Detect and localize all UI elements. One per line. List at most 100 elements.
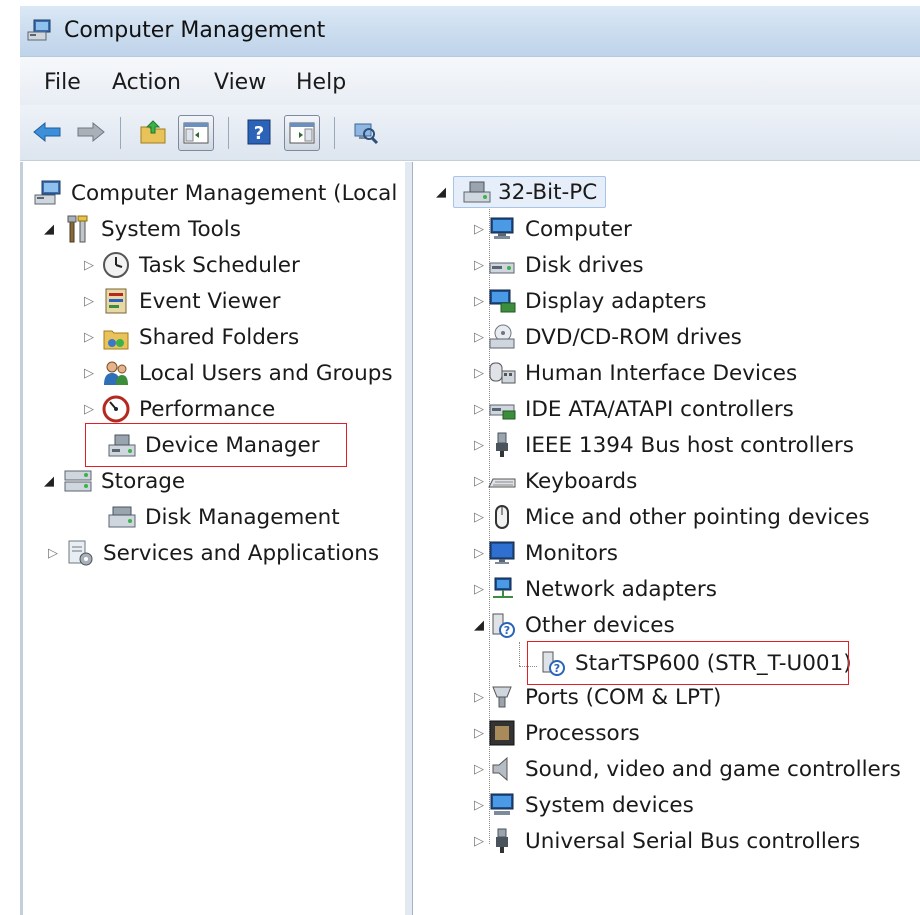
expand-arrow-icon[interactable]: ▷ xyxy=(81,258,97,273)
expand-arrow-icon[interactable]: ▷ xyxy=(471,546,487,561)
expand-arrow-icon[interactable]: ▷ xyxy=(471,402,487,417)
tree-root[interactable]: Computer Management (Local xyxy=(33,176,397,210)
title-bar[interactable]: Computer Management xyxy=(20,6,920,57)
expand-arrow-icon[interactable]: ▷ xyxy=(471,690,487,705)
collapse-arrow-icon[interactable]: ◢ xyxy=(433,185,449,200)
window-title: Computer Management xyxy=(64,18,326,43)
expand-arrow-icon[interactable]: ▷ xyxy=(471,258,487,273)
expand-arrow-icon[interactable]: ▷ xyxy=(471,222,487,237)
device-category-usb[interactable]: ▷ Universal Serial Bus controllers xyxy=(471,824,860,858)
show-hide-console-tree-button[interactable] xyxy=(178,115,214,151)
tree-local-users[interactable]: ▷ Local Users and Groups xyxy=(81,356,393,390)
menu-file[interactable]: File xyxy=(40,68,85,97)
device-category-computer[interactable]: ▷ Computer xyxy=(471,212,632,246)
device-category-sound[interactable]: ▷ Sound, video and game controllers xyxy=(471,752,901,786)
device-category-dvd-cdrom-label: DVD/CD-ROM drives xyxy=(525,324,742,350)
device-category-keyboards[interactable]: ▷ Keyboards xyxy=(471,464,637,498)
expand-arrow-icon[interactable]: ▷ xyxy=(471,762,487,777)
device-category-monitors[interactable]: ▷ Monitors xyxy=(471,536,618,570)
device-category-monitors-label: Monitors xyxy=(525,540,618,566)
collapse-arrow-icon[interactable]: ◢ xyxy=(41,222,57,237)
tree-shared-folders-label: Shared Folders xyxy=(139,324,300,350)
services-icon xyxy=(65,538,95,568)
computer-management-window: Computer Management File Action View Hel… xyxy=(20,6,920,915)
expand-arrow-icon[interactable]: ▷ xyxy=(81,402,97,417)
pane-splitter[interactable] xyxy=(405,162,412,915)
processor-icon xyxy=(487,718,517,748)
expand-arrow-icon[interactable]: ▷ xyxy=(471,294,487,309)
device-category-dvd-cdrom[interactable]: ▷ DVD/CD-ROM drives xyxy=(471,320,742,354)
action-pane-icon xyxy=(289,122,315,144)
device-category-disk-drives[interactable]: ▷ Disk drives xyxy=(471,248,644,282)
clock-icon xyxy=(101,250,131,280)
monitor-icon xyxy=(487,538,517,568)
expand-arrow-icon[interactable]: ▷ xyxy=(471,330,487,345)
device-root-selection[interactable]: 32-Bit-PC xyxy=(453,176,607,208)
show-hide-action-pane-button[interactable] xyxy=(284,115,320,151)
expand-arrow-icon[interactable]: ▷ xyxy=(471,438,487,453)
network-adapter-icon xyxy=(487,574,517,604)
expand-arrow-icon[interactable]: ▷ xyxy=(471,798,487,813)
tree-services[interactable]: ▷ Services and Applications xyxy=(45,536,379,570)
expand-arrow-icon[interactable]: ▷ xyxy=(471,510,487,525)
expand-arrow-icon[interactable]: ▷ xyxy=(471,726,487,741)
disk-drive-icon xyxy=(487,250,517,280)
tree-task-scheduler[interactable]: ▷ Task Scheduler xyxy=(81,248,300,282)
tree-performance[interactable]: ▷ Performance xyxy=(81,392,275,426)
expand-arrow-icon[interactable]: ▷ xyxy=(471,474,487,489)
collapse-arrow-icon[interactable]: ◢ xyxy=(41,474,57,489)
device-root[interactable]: ◢ 32-Bit-PC xyxy=(433,175,607,209)
tree-services-label: Services and Applications xyxy=(103,540,380,566)
menu-bar: File Action View Help xyxy=(20,57,920,105)
computer-management-icon xyxy=(33,178,63,208)
scan-hardware-button[interactable] xyxy=(348,115,382,149)
device-category-ieee1394[interactable]: ▷ IEEE 1394 Bus host controllers xyxy=(471,428,854,462)
tree-local-users-label: Local Users and Groups xyxy=(139,360,393,386)
expand-arrow-icon[interactable]: ▷ xyxy=(81,366,97,381)
device-category-ieee1394-label: IEEE 1394 Bus host controllers xyxy=(525,432,854,458)
expand-arrow-icon[interactable]: ▷ xyxy=(45,546,61,561)
collapse-arrow-icon[interactable]: ◢ xyxy=(471,618,487,633)
tree-system-tools-label: System Tools xyxy=(101,216,241,242)
up-folder-button[interactable] xyxy=(136,115,170,149)
device-category-network[interactable]: ▷ Network adapters xyxy=(471,572,717,606)
device-category-hid[interactable]: ▷ Human Interface Devices xyxy=(471,356,797,390)
expand-arrow-icon[interactable]: ▷ xyxy=(471,582,487,597)
tree-event-viewer[interactable]: ▷ Event Viewer xyxy=(81,284,281,318)
device-category-computer-label: Computer xyxy=(525,216,632,242)
expand-arrow-icon[interactable]: ▷ xyxy=(81,294,97,309)
device-category-other[interactable]: ◢ ? Other devices xyxy=(471,608,675,642)
dvd-drive-icon xyxy=(487,322,517,352)
toolbar: ? xyxy=(20,105,920,161)
tree-event-viewer-label: Event Viewer xyxy=(139,288,281,314)
folder-up-icon xyxy=(140,120,166,144)
device-root-label: 32-Bit-PC xyxy=(498,179,598,205)
device-category-ide[interactable]: ▷ IDE ATA/ATAPI controllers xyxy=(471,392,794,426)
port-icon xyxy=(487,682,517,712)
menu-view[interactable]: View xyxy=(210,68,270,97)
forward-button[interactable] xyxy=(74,115,108,149)
display-adapter-icon xyxy=(487,286,517,316)
device-category-ports[interactable]: ▷ Ports (COM & LPT) xyxy=(471,680,721,714)
tree-storage[interactable]: ◢ Storage xyxy=(41,464,185,498)
back-arrow-icon xyxy=(33,121,61,143)
storage-icon xyxy=(63,466,93,496)
help-button[interactable]: ? xyxy=(242,115,276,149)
expand-arrow-icon[interactable]: ▷ xyxy=(81,330,97,345)
tree-system-tools[interactable]: ◢ System Tools xyxy=(41,212,241,246)
device-category-sound-label: Sound, video and game controllers xyxy=(525,756,901,782)
expand-arrow-icon[interactable]: ▷ xyxy=(471,834,487,849)
menu-action[interactable]: Action xyxy=(108,68,185,97)
menu-help[interactable]: Help xyxy=(292,68,350,97)
tree-shared-folders[interactable]: ▷ Shared Folders xyxy=(81,320,299,354)
users-icon xyxy=(101,358,131,388)
device-category-display-adapters[interactable]: ▷ Display adapters xyxy=(471,284,706,318)
pc-icon xyxy=(462,177,492,207)
back-button[interactable] xyxy=(30,115,64,149)
expand-arrow-icon[interactable]: ▷ xyxy=(471,366,487,381)
device-category-mice[interactable]: ▷ Mice and other pointing devices xyxy=(471,500,870,534)
device-category-system[interactable]: ▷ System devices xyxy=(471,788,694,822)
system-device-icon xyxy=(487,790,517,820)
tree-disk-management[interactable]: Disk Management xyxy=(107,500,340,534)
device-category-processors[interactable]: ▷ Processors xyxy=(471,716,640,750)
